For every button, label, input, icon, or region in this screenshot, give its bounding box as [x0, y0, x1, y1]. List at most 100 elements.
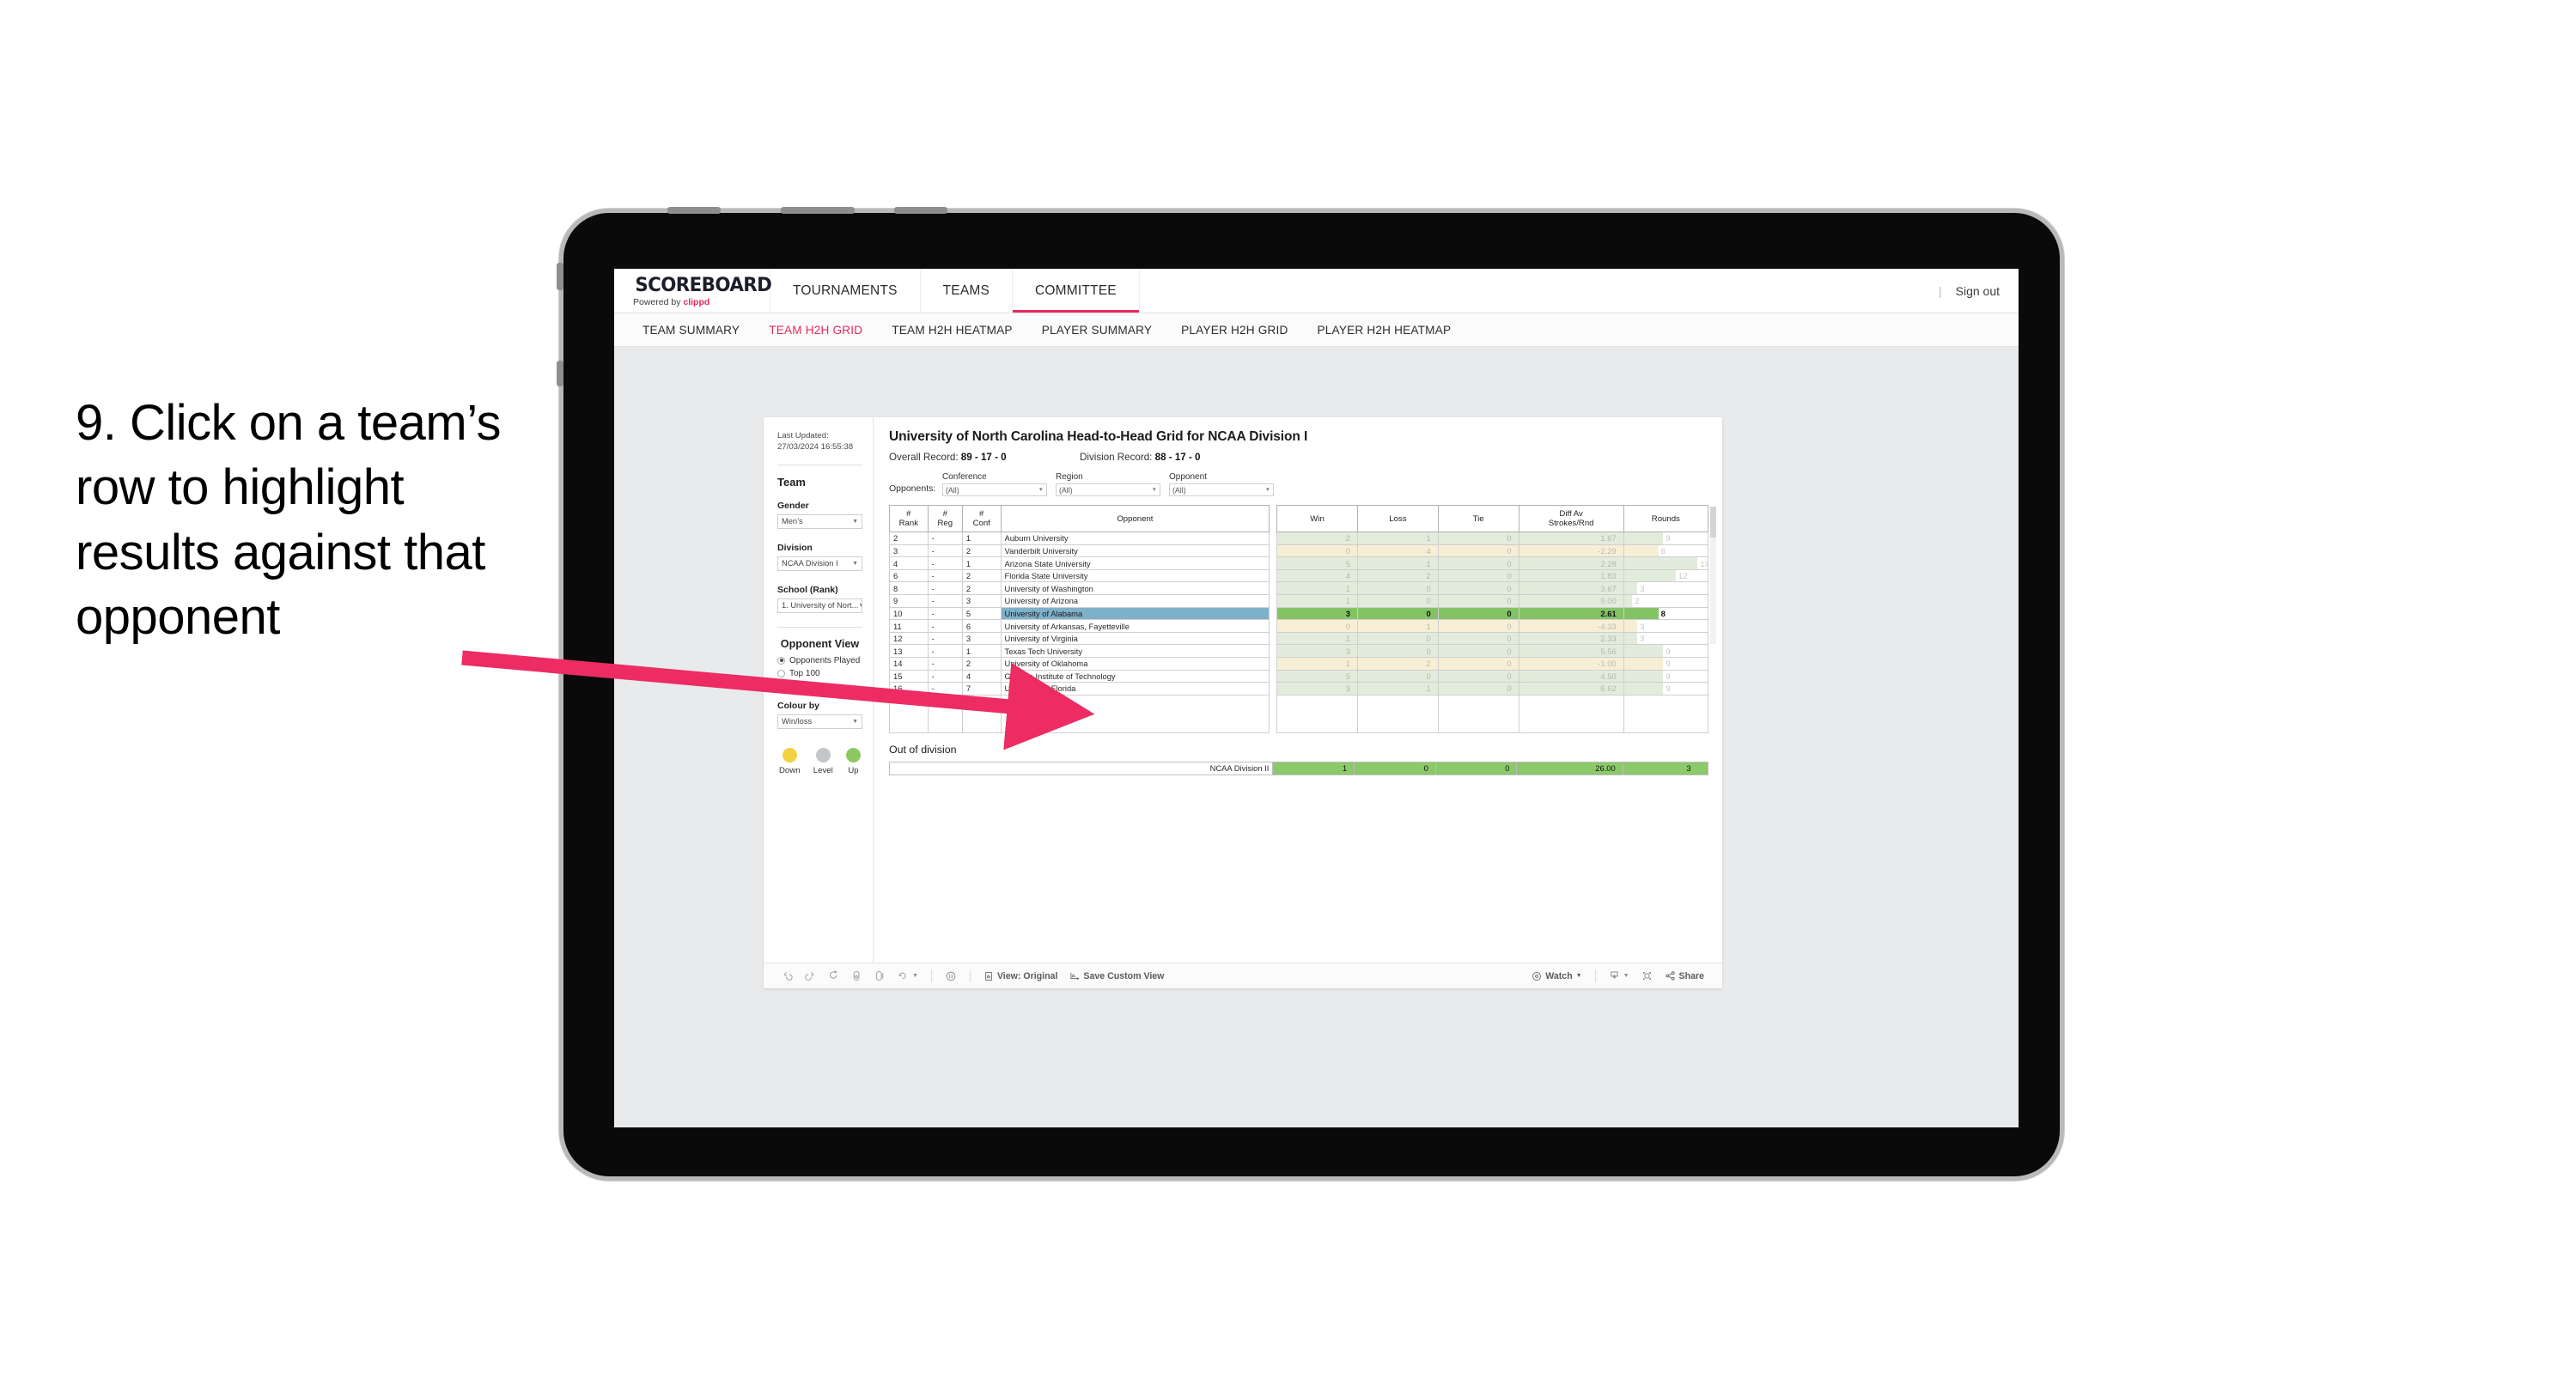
subtab-team-summary[interactable]: TEAM SUMMARY	[628, 324, 754, 337]
cell-conf: 2	[961, 568, 1002, 583]
radio-opponents-played[interactable]: Opponents Played	[777, 656, 862, 665]
scrollbar-thumb[interactable]	[1710, 507, 1716, 538]
cell-diff: 2.33	[1518, 631, 1624, 646]
save-custom-view-button[interactable]: Save Custom View	[1063, 971, 1170, 981]
header-rounds[interactable]: Rounds	[1623, 504, 1709, 533]
school-rank-select[interactable]: 1. University of Nort... ▼	[777, 598, 862, 613]
conference-filter-label: Conference	[942, 472, 987, 482]
header-conf-text: Conf	[972, 519, 990, 529]
dashboard-canvas: Last Updated: 27/03/2024 16:55:38 Team G…	[614, 347, 2019, 1127]
header-loss[interactable]: Loss	[1356, 504, 1439, 533]
subtab-player-h2h-grid[interactable]: PLAYER H2H GRID	[1166, 324, 1302, 337]
header-diff[interactable]: Diff Av Strokes/Rnd	[1518, 504, 1624, 533]
cell-conf: 5	[961, 606, 1002, 621]
table-row[interactable]: 4-1Arizona State University5102.2817	[889, 556, 1709, 570]
cell-tie: 0	[1437, 532, 1519, 545]
header-win[interactable]: Win	[1276, 504, 1358, 533]
table-row[interactable]: 8-2 University of Washington 1 0 0 3.67 3	[889, 581, 1709, 596]
subtab-player-h2h-heatmap[interactable]: PLAYER H2H HEATMAP	[1303, 324, 1466, 337]
viz-main: University of North Carolina Head-to-Hea…	[874, 417, 1722, 963]
cell-loss: 2	[1356, 657, 1439, 671]
table-vertical-scrollbar[interactable]	[1710, 507, 1716, 644]
colour-by-select[interactable]: Win/loss ▼	[777, 714, 862, 729]
cell-tie: 0	[1437, 594, 1519, 608]
cell-opponent: University of Virginia	[1000, 631, 1270, 646]
division-record-label: Division Record:	[1080, 452, 1155, 463]
fullscreen-button[interactable]	[1635, 970, 1659, 981]
out-of-division-row[interactable]: NCAA Division II 1 0 0 26.00 3	[888, 761, 1709, 775]
replay-button[interactable]: ▼	[892, 970, 924, 981]
radio-top-100[interactable]: Top 100	[777, 669, 862, 678]
cell-rounds: 3	[1623, 619, 1709, 633]
top-bar-divider: |	[1938, 283, 1942, 298]
table-row[interactable]: 9-3 University of Arizona 1 0 0 9.00 2	[889, 594, 1709, 608]
gender-select[interactable]: Men’s ▼	[777, 513, 862, 529]
cell-gap	[1269, 644, 1277, 658]
app-logo[interactable]: SCOREBOARD Powered by clippd	[614, 269, 772, 313]
cell-diff: 1.83	[1518, 568, 1624, 583]
logo-tagline-prefix: Powered by	[633, 296, 684, 307]
redo-button[interactable]	[799, 970, 822, 981]
subtab-player-summary[interactable]: PLAYER SUMMARY	[1027, 324, 1166, 337]
subtab-team-h2h-heatmap[interactable]: TEAM H2H HEATMAP	[877, 324, 1026, 337]
table-row[interactable]: 11-6 University of Arkansas, Fayetteville…	[889, 619, 1709, 633]
header-conf[interactable]: # Conf	[961, 504, 1002, 533]
cell-rounds: 8	[1623, 606, 1709, 621]
pause-updates-button[interactable]	[868, 970, 892, 981]
cell-empty	[1276, 720, 1358, 733]
watch-button[interactable]: Watch ▼	[1526, 971, 1587, 981]
download-button[interactable]: ▼	[1603, 970, 1635, 981]
refresh-data-button[interactable]	[845, 970, 868, 981]
top-bar-right: | Sign out	[1939, 269, 2019, 313]
table-row[interactable]: 15-4 Georgia Institute of Technology 5 0 0 4.…	[889, 669, 1709, 683]
cell-reg: -	[927, 606, 963, 621]
table-row[interactable]: 2-1 Auburn University 2 1 0 1.67 9	[889, 532, 1709, 545]
nav-tab-tournaments[interactable]: TOURNAMENTS	[770, 269, 921, 313]
undo-button[interactable]	[776, 970, 799, 981]
opponent-filter-select[interactable]: (All) ▼	[1169, 483, 1274, 496]
colour-by-label: Colour by	[777, 700, 819, 711]
cell-rank: 11	[889, 619, 929, 633]
table-row[interactable]: 14-2 University of Oklahoma 1 2 0 -1.00 9	[889, 657, 1709, 671]
division-select[interactable]: NCAA Division I ▼	[777, 556, 862, 571]
view-original-label: View: Original	[996, 970, 1058, 981]
out-of-division-title: Out of division	[889, 743, 957, 756]
view-original-button[interactable]: View: Original	[977, 971, 1063, 981]
cell-opponent: Vanderbilt University	[1000, 544, 1270, 558]
chevron-down-icon: ▼	[1623, 973, 1629, 979]
cell-rounds: 17	[1623, 556, 1709, 570]
pause-auto-update-button[interactable]	[939, 970, 963, 982]
cell-gap	[1269, 569, 1277, 582]
od-diff: 26.00	[1516, 761, 1623, 775]
cell-win: 4	[1276, 568, 1358, 583]
cell-empty	[889, 720, 929, 733]
nav-tab-committee[interactable]: COMMITTEE	[1013, 269, 1140, 313]
region-filter-select[interactable]: (All) ▼	[1056, 483, 1160, 496]
conference-filter-select[interactable]: (All) ▼	[942, 483, 1047, 496]
revert-button[interactable]	[822, 970, 845, 981]
table-row[interactable]: 12-3 University of Virginia 1 0 0 2.33 3	[889, 631, 1709, 646]
subtab-team-h2h-grid[interactable]: TEAM H2H GRID	[754, 324, 877, 337]
rounds-value: 3	[1640, 634, 1645, 644]
table-row[interactable]: 10-5 University of Alabama 3 0 0 2.61 8	[889, 606, 1709, 621]
chevron-down-icon: ▼	[852, 518, 858, 525]
header-tie[interactable]: Tie	[1437, 504, 1519, 533]
header-rank[interactable]: # Rank	[889, 504, 929, 533]
table-row[interactable]: 3-2 Vanderbilt University 0 4 0 -2.29 8	[889, 544, 1709, 558]
header-reg[interactable]: # Reg	[927, 504, 963, 533]
radio-label-opponents-played: Opponents Played	[789, 655, 861, 665]
nav-tab-teams[interactable]: TEAMS	[921, 269, 1014, 313]
sign-out-link[interactable]: Sign out	[1956, 284, 2000, 298]
cell-diff: -2.29	[1518, 544, 1624, 558]
header-opponent[interactable]: Opponent	[1000, 504, 1270, 533]
cell-win: 5	[1276, 669, 1358, 683]
cell-tie: 0	[1437, 544, 1519, 558]
share-button[interactable]: Share	[1659, 970, 1710, 981]
cell-gap	[1269, 581, 1277, 595]
table-row[interactable]: 6-2 Florida State University 4 2 0 1.83 12	[889, 568, 1709, 583]
table-row[interactable]: 13-1 Texas Tech University 3 0 0 5.56 9	[889, 644, 1709, 658]
table-row[interactable]: 16-7 University of Florida 3 1 0 6.62 9	[889, 682, 1709, 696]
legend-label-level: Level	[813, 765, 833, 775]
cell-tie: 0	[1437, 556, 1519, 570]
rounds-bar	[1624, 683, 1664, 695]
